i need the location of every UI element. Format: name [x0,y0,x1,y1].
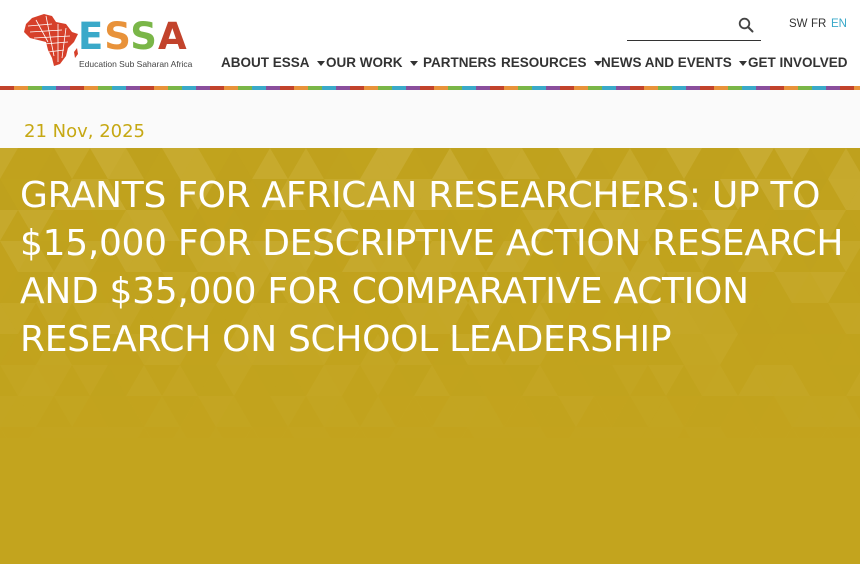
site-header: ESSA Education Sub Saharan Africa SW FR … [0,0,860,86]
article-title: GRANTS FOR AFRICAN RESEARCHERS: UP TO $1… [20,175,844,360]
lang-fr-link[interactable]: FR [811,18,826,30]
logo-letter-e: E [78,15,105,58]
search-icon[interactable] [738,17,754,33]
nav-get-involved[interactable]: GET INVOLVED [748,55,848,70]
nav-label: ABOUT ESSA [221,55,310,70]
logo-letter-s1: S [104,15,131,58]
logo-letter-s2: S [130,15,158,58]
nav-news-and-events[interactable]: NEWS AND EVENTS [601,55,747,70]
main-nav: ABOUT ESSA OUR WORK PARTNERS RESOURCES N… [0,55,860,73]
article-date: 21 Nov, 2025 [24,121,146,142]
search-input[interactable] [627,12,761,41]
caret-down-icon [738,60,747,66]
lang-sw-link[interactable]: SW [789,18,808,30]
caret-down-icon [409,60,418,66]
logo-wordmark: ESSA [78,16,188,58]
nav-about-essa[interactable]: ABOUT ESSA [221,55,325,70]
nav-label: PARTNERS [423,55,497,70]
nav-label: RESOURCES [501,55,587,70]
lang-en-link[interactable]: EN [831,18,847,30]
nav-label: OUR WORK [326,55,403,70]
nav-resources[interactable]: RESOURCES [501,55,602,70]
nav-label: GET INVOLVED [748,55,848,70]
nav-our-work[interactable]: OUR WORK [326,55,418,70]
caret-down-icon [316,60,325,66]
nav-partners[interactable]: PARTNERS [423,55,496,70]
logo-letter-a: A [157,15,188,58]
nav-label: NEWS AND EVENTS [601,55,732,70]
